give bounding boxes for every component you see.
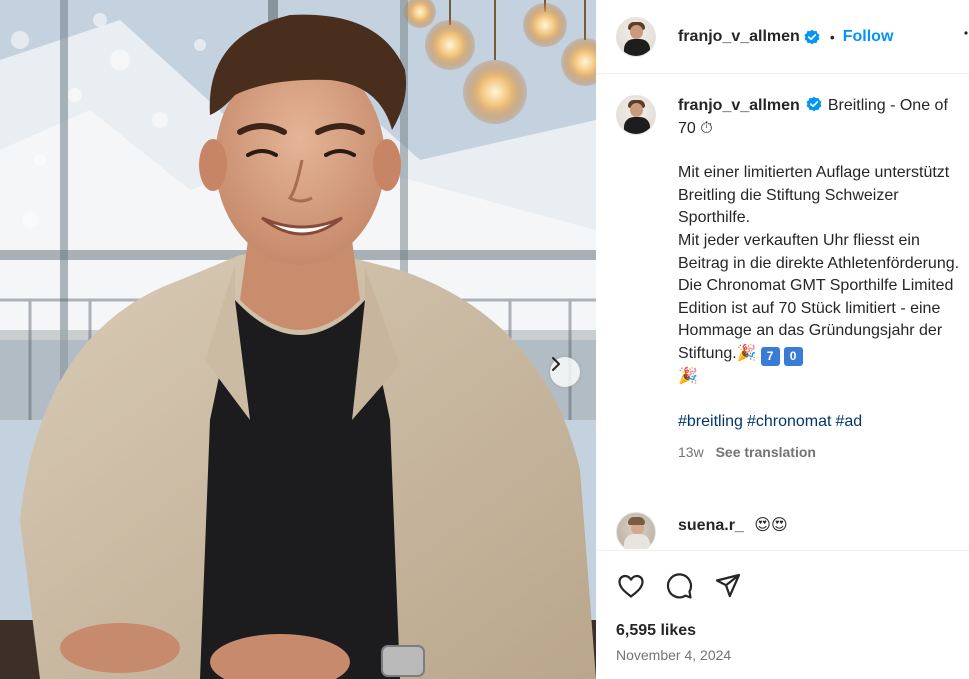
commenter-avatar[interactable] — [616, 512, 656, 549]
hashtag-link[interactable]: #chronomat — [747, 413, 832, 430]
comment-row: suena.r_ 😍😍 — [616, 512, 961, 549]
likes-count[interactable]: 6,595 likes — [616, 622, 696, 640]
separator-dot: • — [829, 28, 835, 45]
hashtag-link[interactable]: #breitling — [678, 413, 743, 430]
hashtags: #breitling #chronomat #ad — [678, 411, 968, 434]
post-image — [0, 0, 596, 679]
party-popper-emoji: 🎉 — [736, 344, 757, 362]
hashtag-link[interactable]: #ad — [835, 413, 862, 430]
comment-text: 😍😍 — [754, 517, 788, 534]
caption-meta: 13w See translation — [678, 441, 968, 464]
heart-icon[interactable] — [616, 571, 646, 601]
caption-author-username[interactable]: franjo_v_allmen — [678, 97, 800, 114]
carousel-next-button[interactable] — [550, 357, 580, 387]
caption-text: Mit einer limitierten Auflage unterstütz… — [678, 164, 960, 362]
post-age[interactable]: 13w — [678, 444, 704, 460]
caption-author-avatar[interactable] — [616, 95, 656, 135]
author-avatar[interactable] — [616, 16, 656, 57]
commenter-username: suena.r_ 😍😍 — [678, 515, 788, 535]
see-translation-button[interactable]: See translation — [716, 444, 816, 460]
keycap-seven-emoji: 7 — [760, 346, 780, 366]
author-username[interactable]: franjo_v_allmen — [678, 28, 800, 46]
paper-plane-icon[interactable] — [713, 571, 743, 601]
caption-body: franjo_v_allmen Breitling - One of 70 ⏱ … — [678, 95, 968, 464]
post-header: franjo_v_allmen • Follow — [596, 0, 969, 74]
chevron-right-icon — [552, 357, 560, 371]
post-details-panel: franjo_v_allmen • Follow franjo_v_allmen… — [596, 0, 969, 679]
keycap-zero-emoji: 0 — [783, 346, 803, 366]
verified-badge-icon — [804, 29, 820, 44]
party-popper-emoji: 🎉 — [678, 367, 698, 385]
post-photo-illustration — [0, 0, 596, 679]
post-actions: 6,595 likes November 4, 2024 — [596, 550, 969, 679]
comments-section[interactable]: franjo_v_allmen Breitling - One of 70 ⏱ … — [596, 75, 969, 549]
verified-badge-icon — [806, 96, 822, 112]
commenter-username-text[interactable]: suena.r_ — [678, 517, 744, 534]
comment-icon[interactable] — [664, 571, 694, 601]
follow-button[interactable]: Follow — [843, 28, 894, 46]
post-date[interactable]: November 4, 2024 — [616, 647, 731, 663]
more-options-icon[interactable] — [963, 30, 969, 44]
stopwatch-emoji: ⏱ — [700, 119, 713, 137]
